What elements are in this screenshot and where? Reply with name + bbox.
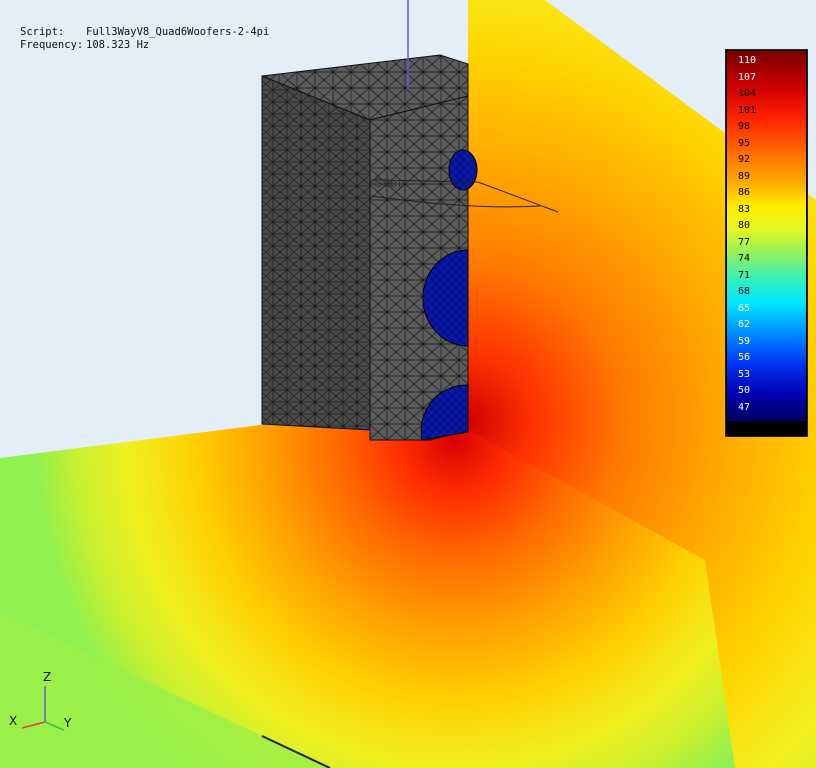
legend-tick-label: 77 (738, 236, 751, 248)
x-axis-label: X (9, 714, 18, 728)
legend-tick-label: 95 (738, 137, 751, 149)
frequency-value: 108.323 Hz (86, 39, 150, 51)
start-label: Start (374, 175, 402, 190)
script-label: Script: (20, 26, 65, 38)
field-viewport[interactable]: Start (0, 0, 816, 768)
color-scale-legend: 110 107 104 101 98 95 92 89 86 83 80 77 74 71 68 65 62 59… (725, 49, 808, 437)
legend-tick-label: 71 (738, 269, 751, 281)
legend-tick-label: 101 (738, 104, 757, 116)
legend-tick-label: 89 (738, 170, 751, 182)
frequency-label: Frequency: (20, 39, 84, 51)
legend-tick-label: 65 (738, 302, 751, 314)
legend-tick-label: 86 (738, 187, 751, 198)
legend-tick-label: 92 (738, 154, 751, 165)
z-axis-label: Z (43, 670, 52, 684)
legend-tick-label: 68 (738, 286, 751, 297)
tweeter-driver (448, 149, 478, 191)
legend-tick-label: 110 (738, 55, 757, 66)
legend-tick-label: 47 (738, 401, 751, 413)
script-value: Full3WayV8_Quad6Woofers-2-4pi (86, 26, 270, 38)
legend-tick-label: 50 (738, 385, 751, 396)
legend-tick-label: 59 (738, 335, 751, 347)
legend-tick-label: 80 (738, 220, 751, 231)
legend-tick-label: 83 (738, 203, 751, 215)
script-info: Script: Full3WayV8_Quad6Woofers-2-4pi Fre… (20, 26, 269, 52)
legend-tick-label: 98 (738, 121, 751, 132)
legend-tick-label: 74 (738, 253, 751, 264)
legend-tick-label: 53 (738, 368, 751, 380)
legend-tick-label: 56 (738, 352, 751, 363)
legend-tick-label: 104 (738, 88, 757, 99)
legend-tick-label: 62 (738, 319, 751, 330)
y-axis-label: Y (64, 716, 72, 730)
cabinet-side (261, 75, 371, 431)
legend-tick-label: 107 (738, 71, 757, 83)
